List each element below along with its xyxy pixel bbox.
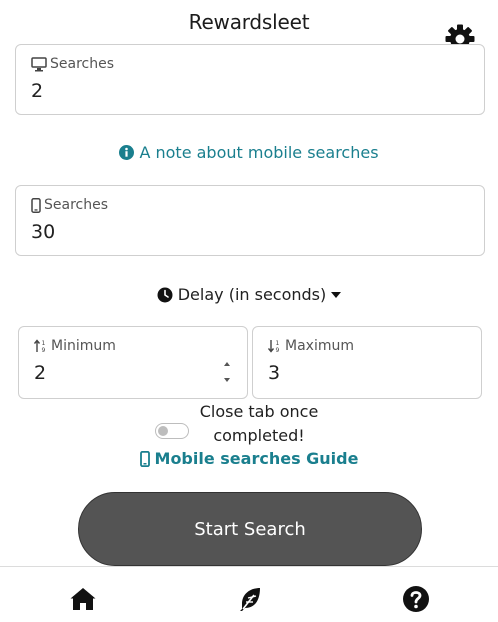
app-title: Rewardsleet	[188, 10, 310, 34]
mobile-icon	[139, 450, 150, 467]
delay-maximum-field[interactable]: 1 9 Maximum	[252, 326, 482, 399]
delay-dropdown-toggle[interactable]: Delay (in seconds)	[0, 285, 498, 304]
caret-down-icon	[331, 291, 342, 298]
bottom-nav-bar	[0, 566, 498, 622]
start-search-button[interactable]: Start Search	[78, 492, 422, 566]
mobile-note-link-text[interactable]: A note about mobile searches	[139, 143, 378, 162]
home-icon[interactable]	[69, 585, 97, 613]
info-circle-icon	[119, 145, 135, 160]
close-tab-toggle[interactable]	[155, 423, 189, 439]
desktop-searches-label-text: Searches	[50, 56, 115, 72]
close-tab-label: Close tab once completed!	[0, 400, 498, 448]
close-tab-label-line1: Close tab once	[199, 402, 319, 421]
desktop-icon	[31, 56, 47, 71]
desktop-searches-label: Searches	[31, 56, 114, 72]
mobile-guide-link-text[interactable]: Mobile searches Guide	[155, 449, 359, 468]
mobile-searches-input[interactable]	[31, 221, 406, 243]
mobile-guide-link[interactable]: Mobile searches Guide	[0, 449, 498, 468]
delay-minimum-label-text: Minimum	[51, 338, 116, 354]
clock-icon	[157, 287, 173, 302]
sort-numeric-up-icon: 1 9	[34, 339, 46, 353]
number-spinner-icon[interactable]	[221, 359, 233, 385]
mobile-searches-label: Searches	[31, 197, 108, 213]
mobile-icon	[31, 197, 41, 213]
sort-numeric-down-icon: 1 9	[268, 340, 280, 353]
delay-dropdown-label[interactable]: Delay (in seconds)	[178, 285, 327, 304]
svg-text:9: 9	[42, 347, 46, 353]
desktop-searches-input[interactable]	[31, 80, 406, 102]
svg-text:1: 1	[42, 340, 46, 347]
delay-maximum-label-text: Maximum	[285, 338, 354, 354]
close-tab-label-line2: completed!	[213, 426, 305, 445]
delay-maximum-label: 1 9 Maximum	[268, 338, 354, 354]
desktop-searches-field[interactable]: Searches	[15, 44, 485, 115]
mobile-searches-label-text: Searches	[44, 197, 109, 213]
delay-maximum-input[interactable]	[268, 362, 428, 384]
mobile-note-link[interactable]: A note about mobile searches	[0, 143, 498, 162]
delay-minimum-label: 1 9 Minimum	[34, 338, 116, 354]
delay-minimum-field[interactable]: 1 9 Minimum	[18, 326, 248, 399]
delay-minimum-input[interactable]	[34, 362, 194, 384]
question-circle-icon[interactable]	[402, 585, 430, 613]
mobile-searches-field[interactable]: Searches	[15, 185, 485, 256]
feather-icon[interactable]	[236, 585, 264, 613]
svg-text:1: 1	[276, 340, 280, 347]
toggle-knob	[158, 426, 168, 436]
svg-text:9: 9	[276, 347, 280, 353]
